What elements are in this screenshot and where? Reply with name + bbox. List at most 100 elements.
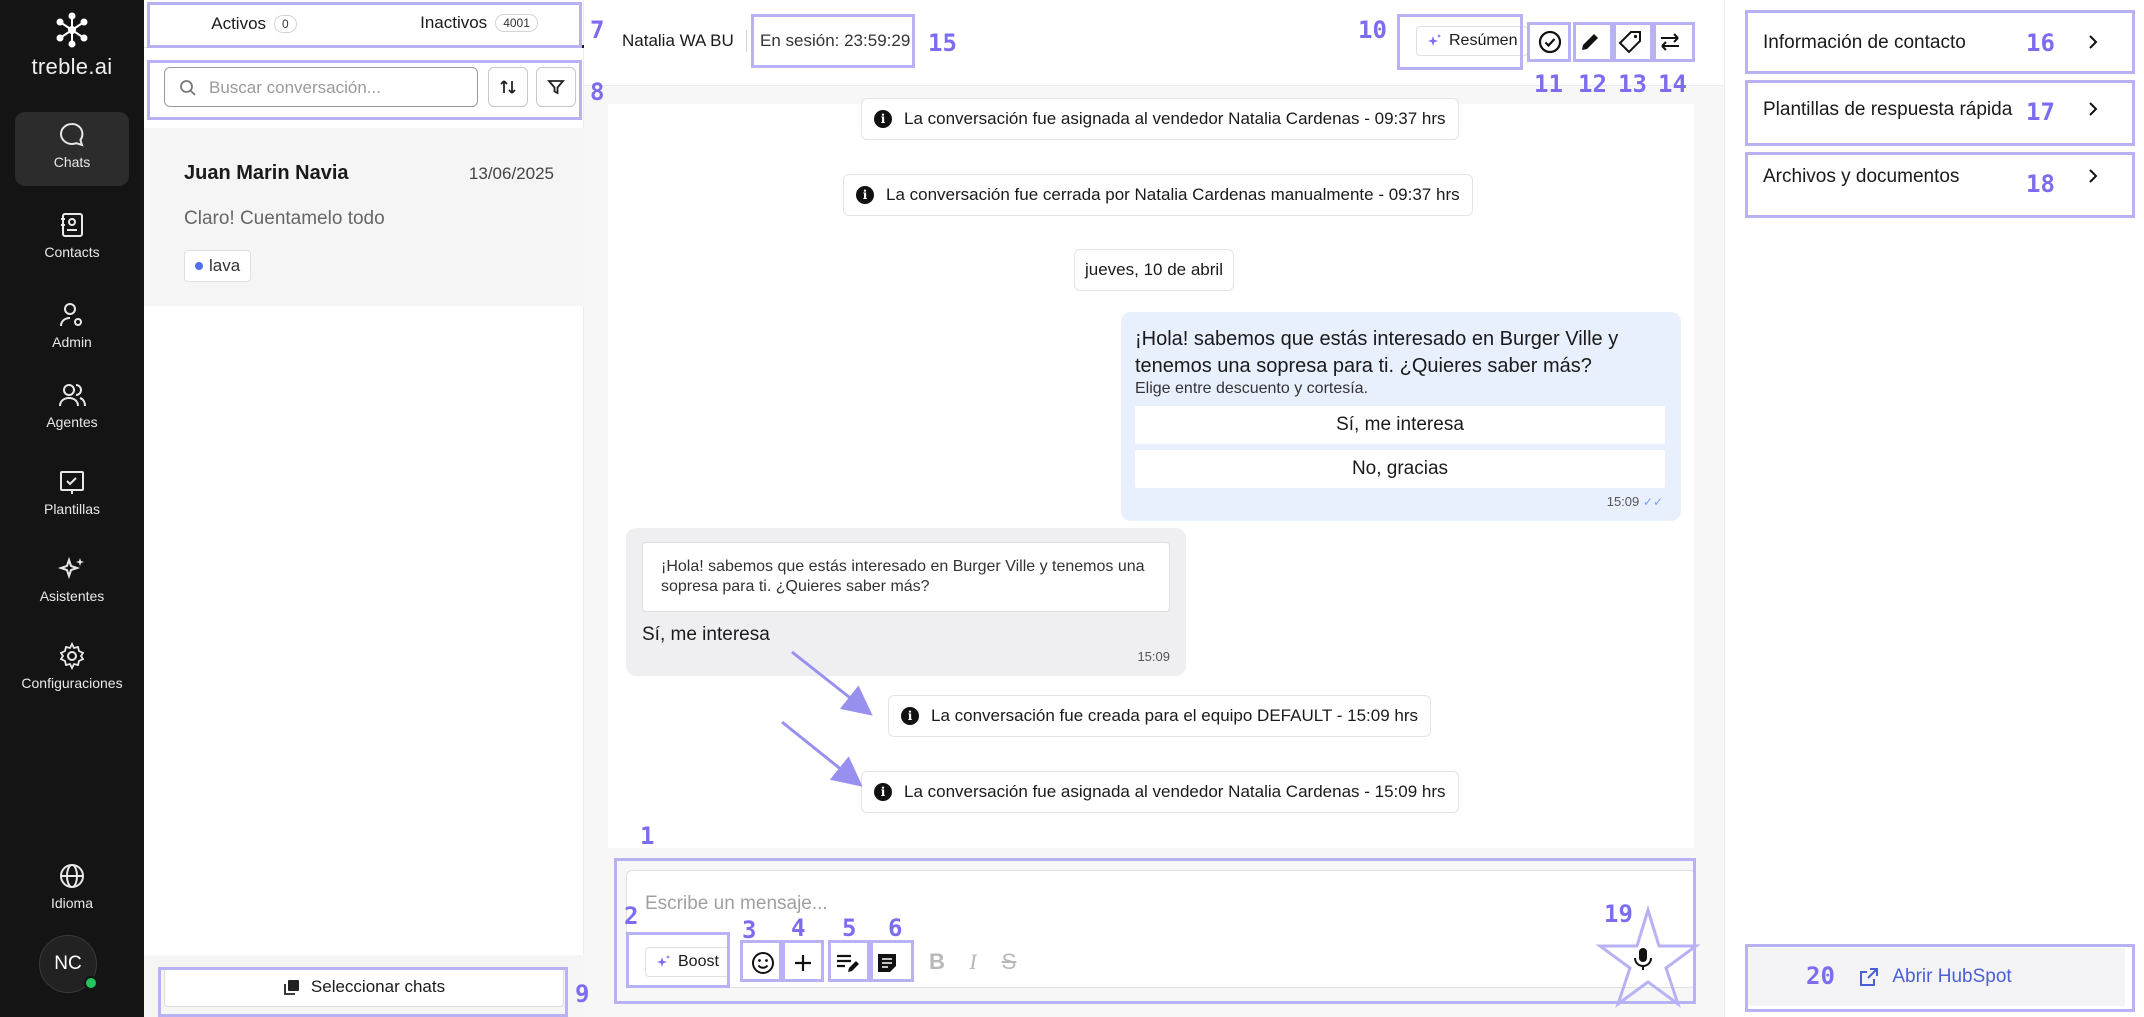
globe-icon	[57, 861, 87, 891]
nav-item-configuraciones[interactable]: Configuraciones	[15, 633, 129, 707]
system-message: i La conversación fue cerrada por Natali…	[843, 174, 1473, 216]
conversation-date: 13/06/2025	[468, 164, 554, 183]
tag-button[interactable]	[1614, 26, 1646, 58]
italic-button[interactable]: I	[961, 949, 985, 975]
outgoing-message-text: ¡Hola! sabemos que estás interesado en B…	[1135, 328, 1619, 377]
sparkles-icon	[657, 955, 670, 967]
section-title: Archivos y documentos	[1763, 166, 1960, 187]
attach-button[interactable]	[787, 947, 819, 979]
message-time-text: 15:09	[1606, 494, 1640, 509]
quoted-message: ¡Hola! sabemos que estás interesado en B…	[642, 542, 1170, 612]
chevron-right-icon	[2089, 102, 2098, 116]
select-chats-button[interactable]: Seleccionar chats	[164, 967, 564, 1007]
nav-label-idioma: Idioma	[50, 895, 94, 911]
nav-item-contacts[interactable]: Contacts	[15, 202, 129, 276]
nav-item-chats[interactable]: Chats	[15, 112, 129, 186]
note-button[interactable]	[871, 947, 903, 979]
chevron-right-icon	[2089, 169, 2098, 183]
bold-button[interactable]: B	[925, 949, 949, 975]
treble-logo-icon	[52, 12, 92, 48]
open-hubspot-label: Abrir HubSpot	[1892, 966, 2012, 987]
tab-inactivos[interactable]: Inactivos 4001	[374, 0, 584, 48]
note-icon	[878, 954, 896, 972]
select-chats-label: Seleccionar chats	[310, 977, 446, 996]
summary-button[interactable]: Resúmen	[1416, 26, 1529, 56]
info-icon: i	[874, 110, 892, 128]
nav-label-contacts: Contacts	[44, 244, 100, 260]
system-message-text: La conversación fue creada para el equip…	[931, 706, 1418, 725]
nav-label-agentes: Agentes	[46, 414, 98, 430]
tab-inactivos-label: Inactivos	[420, 12, 488, 32]
hubspot-bar: Abrir HubSpot	[1745, 948, 2125, 1006]
header-divider	[746, 30, 747, 52]
filter-button[interactable]	[536, 67, 576, 107]
info-icon: i	[874, 783, 892, 801]
section-files-documents[interactable]: Archivos y documentos	[1745, 148, 2119, 206]
user-avatar[interactable]: NC	[39, 935, 98, 993]
nav-item-admin[interactable]: Admin	[15, 292, 129, 366]
gear-icon	[57, 641, 87, 671]
main-nav: treble.ai Chats Contacts Admin Agentes P…	[0, 0, 144, 1017]
conversation-list-panel: Activos 0 Inactivos 4001 Juan Marin Navi…	[144, 0, 584, 1017]
agents-users-icon	[57, 380, 87, 410]
info-icon: i	[901, 707, 919, 725]
contacts-book-icon	[57, 210, 87, 240]
nav-label-plantillas: Plantillas	[43, 501, 101, 517]
message-input[interactable]	[645, 893, 1545, 925]
date-separator: jueves, 10 de abril	[1074, 249, 1234, 291]
search-row	[144, 60, 584, 120]
session-timer: En sesión: 23:59:29	[760, 31, 911, 50]
voice-note-button[interactable]	[1627, 943, 1659, 975]
tab-inactivos-count: 4001	[495, 13, 538, 32]
copy-select-icon	[284, 980, 299, 995]
sort-arrows-icon	[500, 80, 516, 94]
section-quick-reply-templates[interactable]: Plantillas de respuesta rápida	[1745, 81, 2119, 139]
app-window: treble.ai Chats Contacts Admin Agentes P…	[0, 0, 2144, 1017]
chat-header: Natalia WA BU En sesión: 23:59:29 Resúme…	[584, 0, 1724, 86]
tag-dot	[195, 262, 203, 270]
nav-item-agentes[interactable]: Agentes	[15, 372, 129, 446]
strikethrough-button[interactable]: S	[997, 949, 1021, 975]
microphone-icon	[1634, 948, 1652, 970]
conversation-list-item[interactable]: Juan Marin Navia 13/06/2025 Claro! Cuent…	[144, 128, 584, 306]
nav-label-asistentes: Asistentes	[39, 588, 105, 604]
emoji-button[interactable]	[747, 947, 779, 979]
quick-reply-option: No, gracias	[1135, 450, 1665, 488]
close-conversation-button[interactable]	[1534, 26, 1566, 58]
conversation-tabs: Activos 0 Inactivos 4001	[144, 0, 584, 48]
admin-user-gear-icon	[57, 300, 87, 330]
tag-label: lava	[209, 256, 241, 275]
outgoing-message-bubble: ¡Hola! sabemos que estás interesado en B…	[1121, 312, 1681, 521]
nav-item-idioma[interactable]: Idioma	[15, 853, 129, 927]
quick-reply-button[interactable]	[831, 947, 863, 979]
section-contact-info[interactable]: Información de contacto	[1745, 14, 2119, 72]
open-hubspot-button[interactable]: Abrir HubSpot	[1745, 948, 2125, 1006]
system-message-text: La conversación fue asignada al vendedor…	[904, 109, 1446, 128]
transfer-arrows-icon	[1661, 33, 1679, 51]
tab-activos-label: Activos	[211, 14, 267, 33]
nav-item-plantillas[interactable]: Plantillas	[15, 459, 129, 533]
conversation-tag: lava	[184, 250, 252, 282]
online-status-dot	[84, 976, 98, 990]
chat-bubble-icon	[57, 120, 87, 150]
sort-button[interactable]	[488, 67, 528, 107]
tab-activos[interactable]: Activos 0	[144, 0, 364, 48]
search-icon	[180, 80, 196, 96]
search-input[interactable]	[209, 74, 469, 102]
chevron-right-icon	[2089, 35, 2098, 49]
pencil-icon	[1582, 34, 1598, 50]
search-box	[164, 67, 478, 107]
system-message: i La conversación fue creada para el equ…	[888, 695, 1431, 737]
conversation-preview: Claro! Cuentamelo todo	[184, 208, 385, 229]
transfer-button[interactable]	[1654, 26, 1686, 58]
boost-button[interactable]: Boost	[645, 947, 730, 977]
quick-reply-option: Sí, me interesa	[1135, 406, 1665, 444]
section-title: Plantillas de respuesta rápida	[1763, 99, 2013, 120]
edit-button[interactable]	[1574, 26, 1606, 58]
plus-icon	[795, 955, 811, 971]
nav-label-admin: Admin	[52, 334, 92, 350]
external-link-icon	[1860, 968, 1879, 986]
nav-item-asistentes[interactable]: Asistentes	[15, 546, 129, 620]
section-title: Información de contacto	[1763, 32, 1966, 53]
message-time: 15:09 ✓✓	[1607, 494, 1663, 509]
